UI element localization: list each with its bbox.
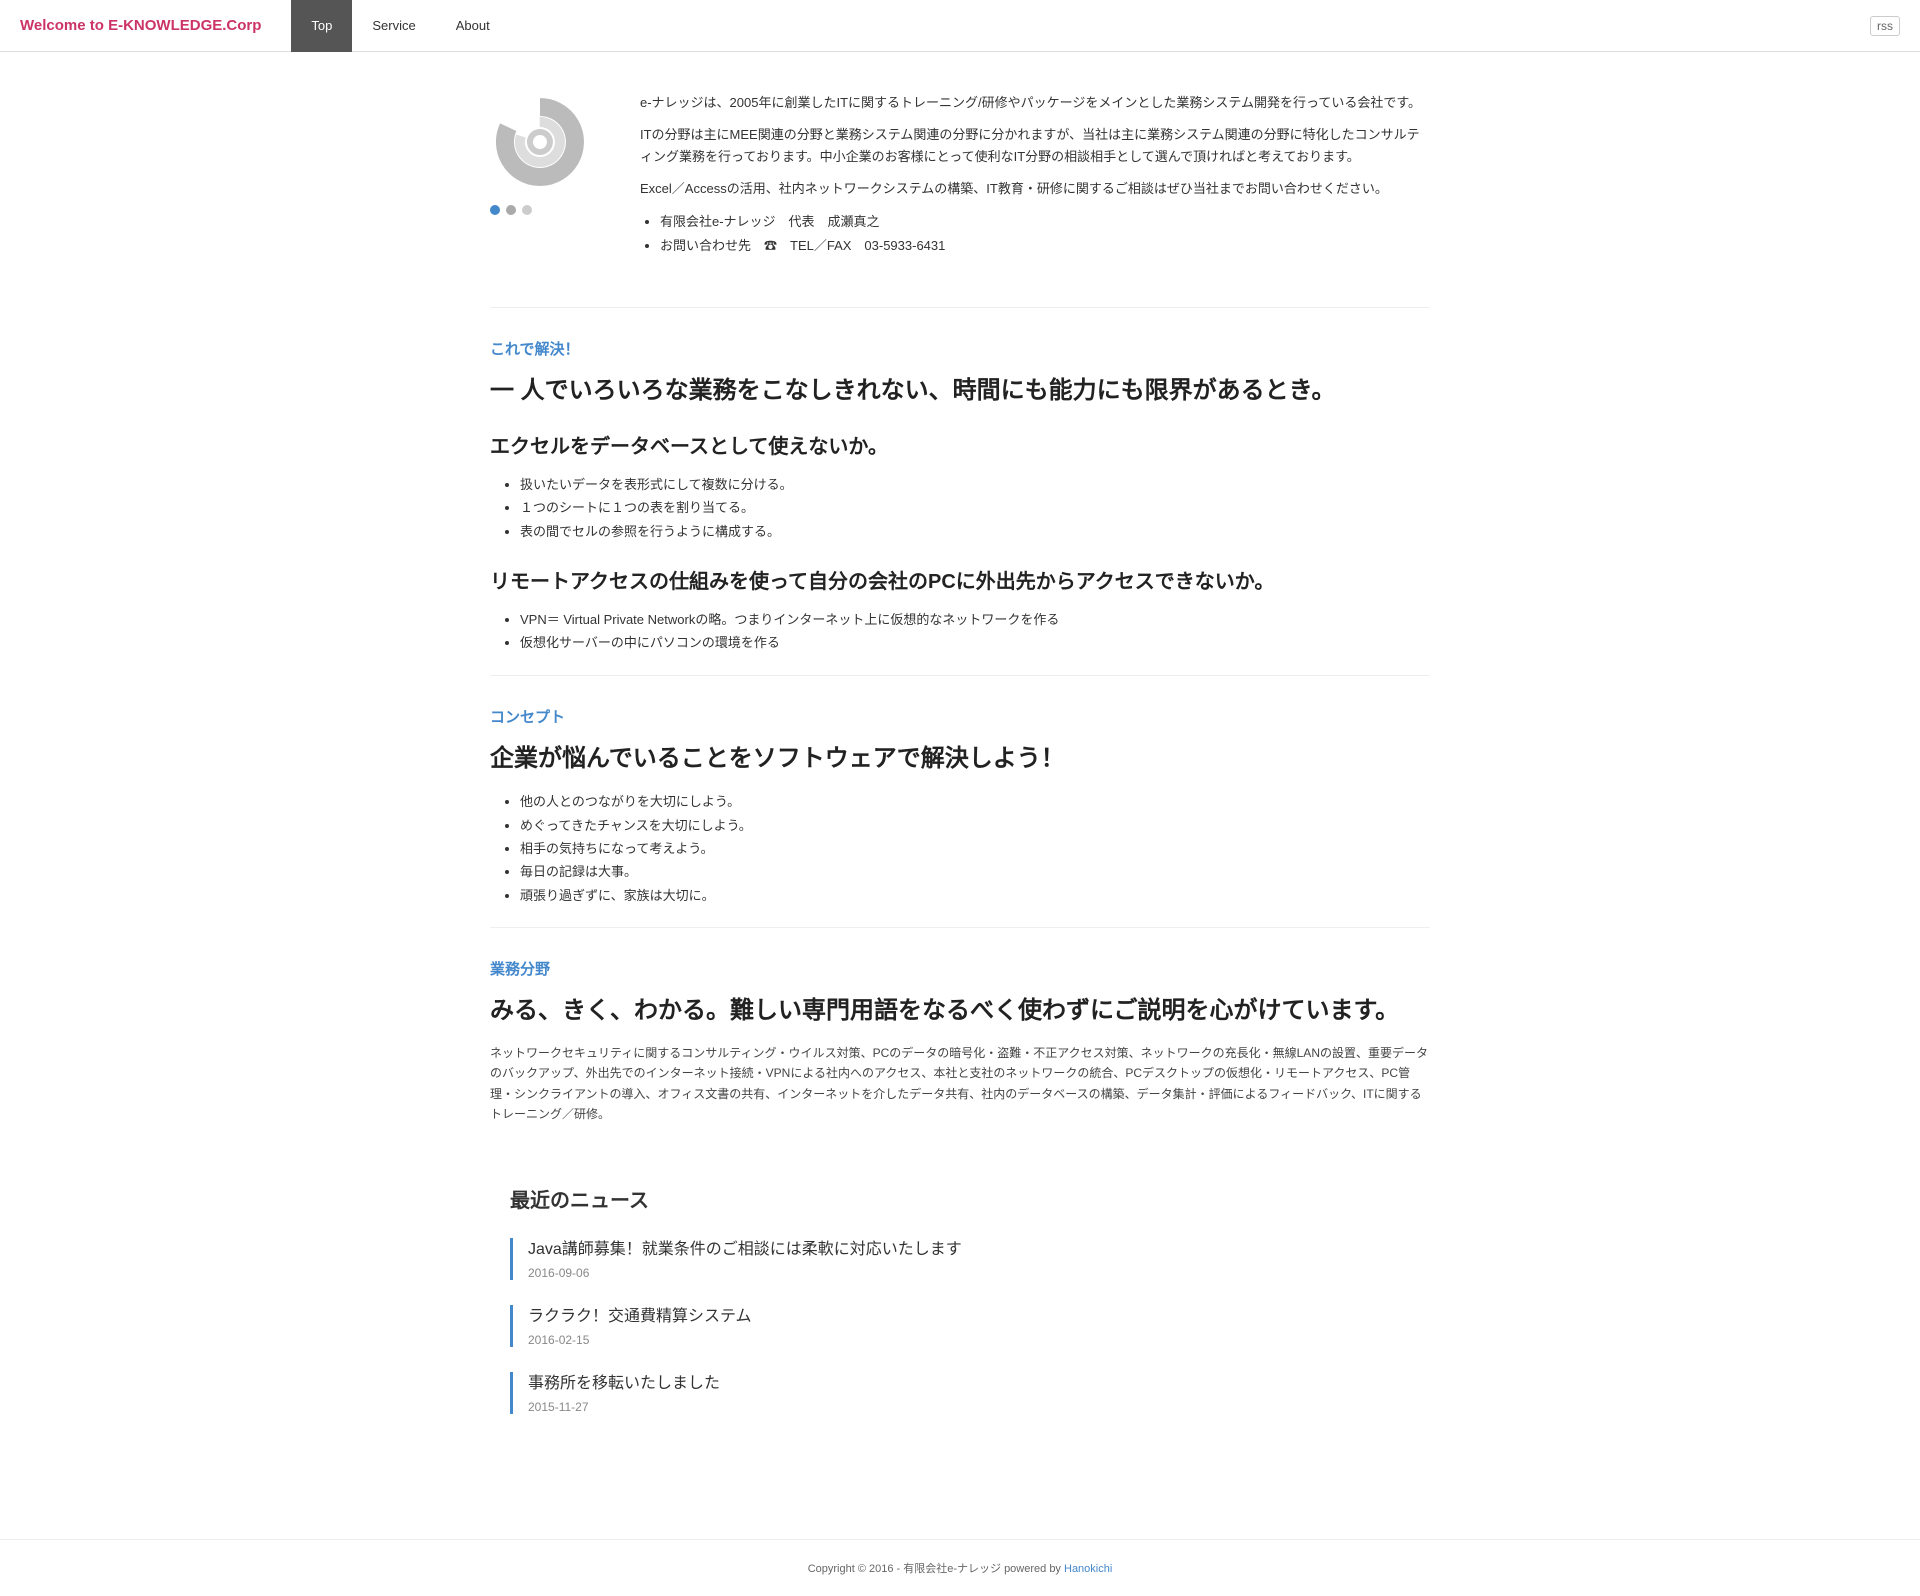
dot-blue	[490, 205, 500, 215]
remote-list-item-2: 仮想化サーバーの中にパソコンの環境を作る	[520, 631, 1430, 654]
koredeKaiketsu-main-heading: 一 人でいろいろな業務をこなしきれない、時間にも能力にも限界があるとき。	[490, 374, 1430, 408]
concept-heading: コンセプト	[490, 706, 1430, 727]
logo-dots	[490, 205, 610, 215]
excel-list-item-2: １つのシートに１つの表を割り当てる。	[520, 496, 1430, 519]
concept-main-heading: 企業が悩んでいることをソフトウェアで解決しよう！	[490, 742, 1430, 776]
concept-list-item-2: めぐってきたチャンスを大切にしよう。	[520, 814, 1430, 837]
footer-link[interactable]: Hanokichi	[1064, 1563, 1112, 1575]
divider-2	[490, 675, 1430, 676]
rss-link[interactable]: rss	[1870, 16, 1900, 36]
news-title-3[interactable]: 事務所を移転いたしました	[528, 1372, 1430, 1396]
footer: Copyright © 2016 - 有限会社e-ナレッジ powered by…	[0, 1539, 1920, 1596]
dot-lightgray	[522, 205, 532, 215]
koredeKaiketsu-heading: これで解決！	[490, 338, 1430, 359]
news-date-3: 2015-11-27	[528, 1400, 1430, 1414]
concept-list-item-5: 頑張り過ぎずに、家族は大切に。	[520, 884, 1430, 907]
dot-gray	[506, 205, 516, 215]
about-para2: ITの分野は主にMEE関連の分野と業務システム関連の分野に分かれますが、当社は主…	[640, 124, 1430, 168]
news-item-3: 事務所を移転いたしました 2015-11-27	[510, 1372, 1430, 1414]
about-list: 有限会社e-ナレッジ 代表 成瀬真之 お問い合わせ先 ☎ TEL／FAX 03-…	[660, 210, 1430, 257]
excel-sub-heading: エクセルをデータベースとして使えないか。	[490, 433, 1430, 461]
business-heading: 業務分野	[490, 958, 1430, 979]
news-title-2[interactable]: ラクラク！交通費精算システム	[528, 1305, 1430, 1329]
business-main-heading: みる、きく、わかる。難しい専門用語をなるべく使わずにご説明を心がけています。	[490, 994, 1430, 1028]
concept-list-item-4: 毎日の記録は大事。	[520, 860, 1430, 883]
business-description: ネットワークセキュリティに関するコンサルティング・ウイルス対策、PCのデータの暗…	[490, 1043, 1430, 1125]
excel-list-item-3: 表の間でセルの参照を行うように構成する。	[520, 520, 1430, 543]
footer-text: Copyright © 2016 - 有限会社e-ナレッジ powered by	[808, 1563, 1064, 1575]
divider-1	[490, 307, 1430, 308]
news-item-2: ラクラク！交通費精算システム 2016-02-15	[510, 1305, 1430, 1347]
excel-list: 扱いたいデータを表形式にして複数に分ける。 １つのシートに１つの表を割り当てる。…	[520, 473, 1430, 543]
concept-list-item-3: 相手の気持ちになって考えよう。	[520, 837, 1430, 860]
header: Welcome to E-KNOWLEDGE.Corp Top Service …	[0, 0, 1920, 52]
news-item-1: Java講師募集！就業条件のご相談には柔軟に対応いたします 2016-09-06	[510, 1238, 1430, 1280]
about-section: e-ナレッジは、2005年に創業したITに関するトレーニング/研修やパッケージを…	[490, 72, 1430, 277]
news-title-1[interactable]: Java講師募集！就業条件のご相談には柔軟に対応いたします	[528, 1238, 1430, 1262]
news-date-1: 2016-09-06	[528, 1266, 1430, 1280]
news-heading: 最近のニュース	[510, 1184, 1430, 1213]
divider-3	[490, 927, 1430, 928]
nav-about[interactable]: About	[436, 0, 510, 52]
about-list-item-1: 有限会社e-ナレッジ 代表 成瀬真之	[660, 210, 1430, 233]
business-section: 業務分野 みる、きく、わかる。難しい専門用語をなるべく使わずにご説明を心がけてい…	[490, 958, 1430, 1124]
about-para1: e-ナレッジは、2005年に創業したITに関するトレーニング/研修やパッケージを…	[640, 92, 1430, 114]
main-nav: Top Service About	[291, 0, 509, 52]
excel-list-item-1: 扱いたいデータを表形式にして複数に分ける。	[520, 473, 1430, 496]
nav-top[interactable]: Top	[291, 0, 352, 52]
company-logo	[490, 92, 590, 192]
main-content: e-ナレッジは、2005年に創業したITに関するトレーニング/研修やパッケージを…	[460, 52, 1460, 1499]
remote-list-item-1: VPN＝ Virtual Private Networkの略。つまりインターネッ…	[520, 608, 1430, 631]
logo-area	[490, 92, 610, 257]
concept-section: コンセプト 企業が悩んでいることをソフトウェアで解決しよう！ 他の人とのつながり…	[490, 706, 1430, 908]
remote-sub-heading: リモートアクセスの仕組みを使って自分の会社のPCに外出先からアクセスできないか。	[490, 568, 1430, 596]
remote-list: VPN＝ Virtual Private Networkの略。つまりインターネッ…	[520, 608, 1430, 655]
concept-list-item-1: 他の人とのつながりを大切にしよう。	[520, 790, 1430, 813]
news-date-2: 2016-02-15	[528, 1333, 1430, 1347]
koredeKaiketsu-section: これで解決！ 一 人でいろいろな業務をこなしきれない、時間にも能力にも限界がある…	[490, 338, 1430, 655]
about-list-item-2: お問い合わせ先 ☎ TEL／FAX 03-5933-6431	[660, 234, 1430, 257]
about-para3: Excel／Accessの活用、社内ネットワークシステムの構築、IT教育・研修に…	[640, 178, 1430, 200]
news-section: 最近のニュース Java講師募集！就業条件のご相談には柔軟に対応いたします 20…	[490, 1184, 1430, 1414]
concept-list: 他の人とのつながりを大切にしよう。 めぐってきたチャンスを大切にしよう。 相手の…	[520, 790, 1430, 907]
about-text: e-ナレッジは、2005年に創業したITに関するトレーニング/研修やパッケージを…	[640, 92, 1430, 257]
site-title: Welcome to E-KNOWLEDGE.Corp	[20, 17, 261, 34]
nav-service[interactable]: Service	[352, 0, 435, 52]
